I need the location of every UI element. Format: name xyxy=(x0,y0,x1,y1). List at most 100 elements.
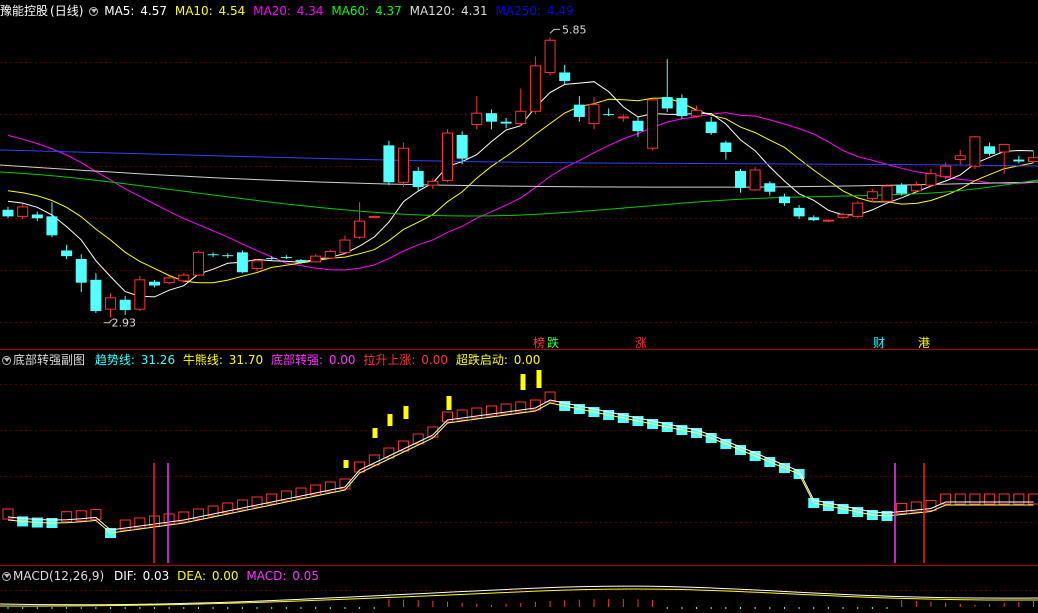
candle-body xyxy=(529,65,541,112)
candle-body xyxy=(910,184,922,192)
kline-chart-canvas[interactable]: 5.85 2.93 榜跌 涨 财 港 xyxy=(0,0,1038,613)
candle-body xyxy=(735,170,746,188)
candle-body xyxy=(339,239,351,253)
candles-group xyxy=(2,37,1038,318)
candle-body xyxy=(691,109,703,117)
candle-body xyxy=(456,134,468,159)
candle-body xyxy=(588,104,600,125)
bull-bear-line xyxy=(7,402,1034,534)
trend-line xyxy=(7,399,1034,531)
candle-body xyxy=(2,209,14,217)
candle-body xyxy=(661,97,673,109)
macd-legend: MACD: 0.05 xyxy=(246,569,319,583)
sub-indicator-header: 底部转强副图 趋势线: 31.26 牛熊线: 31.70 底部转强: 0.00 … xyxy=(0,350,544,370)
candle-body xyxy=(793,207,805,217)
candle-body xyxy=(75,258,87,283)
candle-body xyxy=(852,202,864,217)
candle-body xyxy=(105,297,117,310)
candle-body xyxy=(398,147,410,183)
oversold-start-bar xyxy=(343,460,349,468)
candle-body xyxy=(705,121,717,134)
macd-header: MACD(12,26,9) DIF: 0.03 DEA: 0.00 MACD: … xyxy=(0,566,323,586)
oversold-start-bar xyxy=(446,396,452,410)
candle-body xyxy=(837,213,849,218)
candle-body xyxy=(324,250,336,259)
ma120-legend: MA120: 4.31 xyxy=(409,4,488,18)
collapse-circle-icon[interactable] xyxy=(2,356,11,365)
candle-body xyxy=(192,251,204,276)
candle-body xyxy=(720,142,732,152)
high-price-label: 5.85 xyxy=(562,23,587,36)
dif-legend: DIF: 0.03 xyxy=(113,569,170,583)
candle-body xyxy=(251,260,263,269)
candle-body xyxy=(925,173,937,186)
candle-body xyxy=(573,104,585,117)
candle-body xyxy=(984,146,996,154)
candle-body xyxy=(280,257,292,259)
candle-body xyxy=(500,121,512,124)
candle-body xyxy=(90,279,102,312)
trend-line-legend: 趋势线: 31.26 xyxy=(94,353,176,367)
candle-body xyxy=(998,143,1010,153)
macd-title: MACD(12,26,9) xyxy=(13,569,105,583)
oversold-start-legend: 超跌启动: 0.00 xyxy=(455,353,541,367)
candle-body xyxy=(647,99,659,149)
ma250-legend: MA250: 4.49 xyxy=(495,4,574,18)
collapse-circle-icon[interactable] xyxy=(2,572,11,581)
candle-body xyxy=(412,170,424,188)
candle-body xyxy=(149,281,160,286)
ma60-legend: MA60: 4.37 xyxy=(331,4,402,18)
oversold-start-bar xyxy=(536,370,542,388)
main-chart-header: 豫能控股 (日线) MA5: 4.57 MA10: 4.54 MA20: 4.34… xyxy=(0,1,578,21)
oversold-start-bar xyxy=(387,414,393,426)
stock-name: 豫能控股 xyxy=(0,4,49,18)
high-marker xyxy=(549,28,561,34)
candle-body xyxy=(442,132,453,181)
candle-body xyxy=(749,169,761,191)
candle-body xyxy=(119,299,131,311)
candle-body xyxy=(31,214,43,219)
candle-body xyxy=(822,219,834,222)
candle-body xyxy=(559,72,571,81)
low-marker xyxy=(103,319,112,324)
candle-body xyxy=(969,136,981,167)
candle-body xyxy=(163,277,175,284)
oversold-start-bar xyxy=(520,374,526,390)
candle-body xyxy=(1028,157,1038,162)
candle-body xyxy=(266,258,278,260)
candle-body xyxy=(808,217,820,221)
oversold-start-bar xyxy=(372,428,378,438)
ma120-line xyxy=(0,164,1038,188)
chart-period: (日线) xyxy=(50,4,84,18)
event-tag: 涨 xyxy=(635,335,647,350)
candle-body xyxy=(485,113,497,122)
collapse-circle-icon[interactable] xyxy=(89,7,99,16)
ma10-legend: MA10: 4.54 xyxy=(174,4,246,18)
candle-body xyxy=(866,191,878,199)
dea-line xyxy=(0,588,1038,607)
ma20-line xyxy=(7,112,1034,271)
ma5-legend: MA5: 4.57 xyxy=(104,4,168,18)
candle-body xyxy=(368,215,380,218)
candle-body xyxy=(1013,159,1025,162)
candle-body xyxy=(427,180,439,186)
dea-legend: DEA: 0.00 xyxy=(177,569,239,583)
candle-body xyxy=(17,206,29,217)
sub-indicator-title: 底部转强副图 xyxy=(13,353,86,367)
candle-body xyxy=(881,185,893,202)
candle-body xyxy=(515,110,527,125)
low-price-label: 2.93 xyxy=(112,317,137,330)
candle-body xyxy=(383,145,395,183)
candle-body xyxy=(471,112,483,126)
candle-body xyxy=(295,259,307,262)
candle-body xyxy=(310,255,322,263)
event-tag: 跌 xyxy=(547,335,559,350)
candle-body xyxy=(896,185,908,194)
candle-body xyxy=(632,120,644,132)
candle-body xyxy=(954,155,966,161)
candle-body xyxy=(764,183,776,192)
candle-body xyxy=(178,274,190,282)
ma20-legend: MA20: 4.34 xyxy=(253,4,324,18)
candle-body xyxy=(354,220,366,238)
candle-body xyxy=(236,252,248,273)
